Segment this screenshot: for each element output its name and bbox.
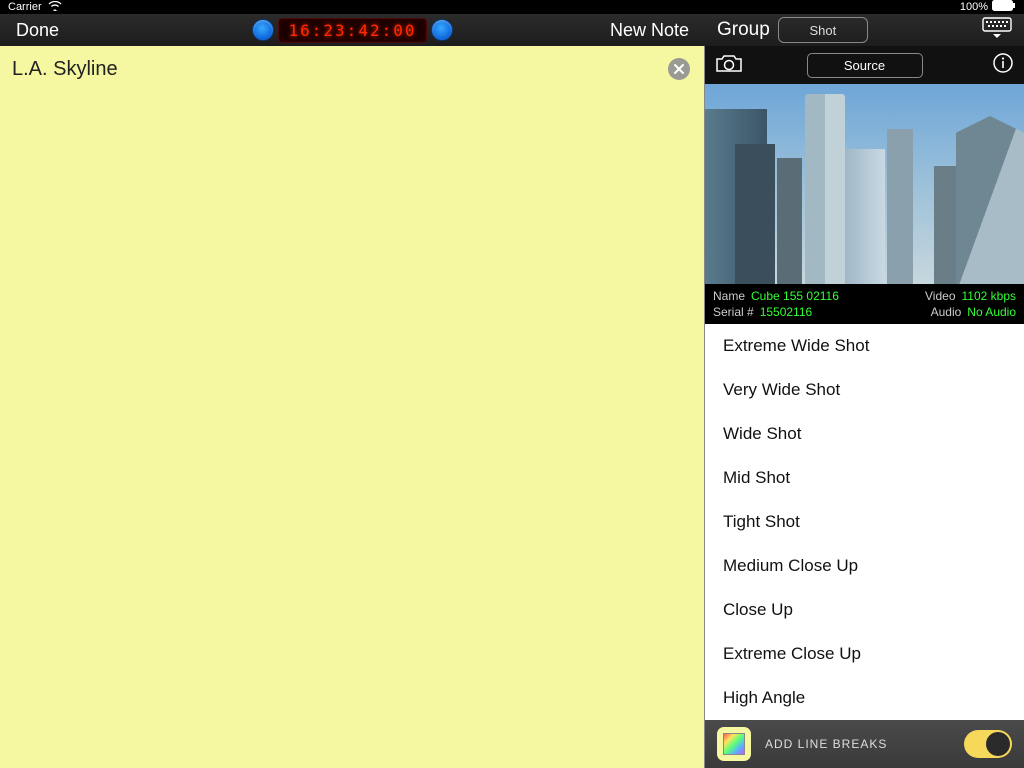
list-item[interactable]: Close Up <box>705 588 1024 632</box>
note-pane[interactable]: L.A. Skyline <box>0 46 705 768</box>
list-item-label: Wide Shot <box>723 424 801 444</box>
list-item[interactable]: Medium Close Up <box>705 544 1024 588</box>
clear-note-button[interactable] <box>668 58 690 80</box>
side-footer: ADD LINE BREAKS <box>705 720 1024 768</box>
wifi-icon <box>48 1 62 14</box>
video-preview[interactable] <box>705 84 1024 284</box>
source-meta: Name Cube 155 02116 Serial # 15502116 Vide… <box>705 284 1024 324</box>
list-item-label: Extreme Close Up <box>723 644 861 664</box>
group-selector[interactable]: Shot <box>778 17 868 43</box>
meta-name-value: Cube 155 02116 <box>751 289 839 303</box>
note-title: L.A. Skyline <box>12 58 118 81</box>
app-header: Done 16:23:42:00 New Note Group Shot <box>0 14 1024 46</box>
done-button[interactable]: Done <box>16 20 59 41</box>
meta-video-label: Video <box>925 289 955 303</box>
status-dot-left[interactable] <box>252 19 274 41</box>
timecode-group: 16:23:42:00 <box>252 18 454 43</box>
info-button[interactable] <box>992 52 1014 79</box>
source-label: Source <box>844 58 885 73</box>
list-item-label: Mid Shot <box>723 468 790 488</box>
camera-icon[interactable] <box>715 53 743 78</box>
shot-list[interactable]: Extreme Wide Shot Very Wide Shot Wide Sh… <box>705 324 1024 720</box>
add-line-breaks-label: ADD LINE BREAKS <box>765 737 950 751</box>
add-line-breaks-toggle[interactable] <box>964 730 1012 758</box>
meta-name-label: Name <box>713 289 745 303</box>
source-selector[interactable]: Source <box>807 53 923 78</box>
side-pane: Source Name Cube 155 02116 Serial # 155021… <box>705 46 1024 768</box>
preview-header: Source <box>705 46 1024 84</box>
status-dot-right[interactable] <box>431 19 453 41</box>
meta-serial-label: Serial # <box>713 305 754 319</box>
keyboard-dismiss-button[interactable] <box>982 17 1012 44</box>
new-note-button[interactable]: New Note <box>610 20 689 41</box>
list-item[interactable]: High Angle <box>705 676 1024 720</box>
list-item-label: Extreme Wide Shot <box>723 336 869 356</box>
toggle-knob <box>986 732 1010 756</box>
color-swatch-icon <box>723 733 745 755</box>
timecode-display: 16:23:42:00 <box>278 18 428 43</box>
list-item[interactable]: Mid Shot <box>705 456 1024 500</box>
list-item-label: High Angle <box>723 688 805 708</box>
list-item-label: Tight Shot <box>723 512 800 532</box>
list-item[interactable]: Tight Shot <box>705 500 1024 544</box>
carrier-label: Carrier <box>8 1 42 13</box>
list-item-label: Close Up <box>723 600 793 620</box>
close-icon <box>673 63 685 75</box>
color-picker-button[interactable] <box>717 727 751 761</box>
meta-serial-value: 15502116 <box>760 305 813 319</box>
status-bar: Carrier 100% <box>0 0 1024 14</box>
list-item[interactable]: Extreme Wide Shot <box>705 324 1024 368</box>
meta-video-value: 1102 kbps <box>962 289 1017 303</box>
list-item-label: Medium Close Up <box>723 556 858 576</box>
group-value: Shot <box>809 23 836 38</box>
list-item-label: Very Wide Shot <box>723 380 840 400</box>
meta-audio-value: No Audio <box>967 305 1016 319</box>
list-item[interactable]: Very Wide Shot <box>705 368 1024 412</box>
list-item[interactable]: Wide Shot <box>705 412 1024 456</box>
battery-icon <box>992 0 1016 14</box>
battery-pct: 100% <box>960 1 988 13</box>
list-item[interactable]: Extreme Close Up <box>705 632 1024 676</box>
group-label: Group <box>717 19 770 41</box>
meta-audio-label: Audio <box>931 305 962 319</box>
